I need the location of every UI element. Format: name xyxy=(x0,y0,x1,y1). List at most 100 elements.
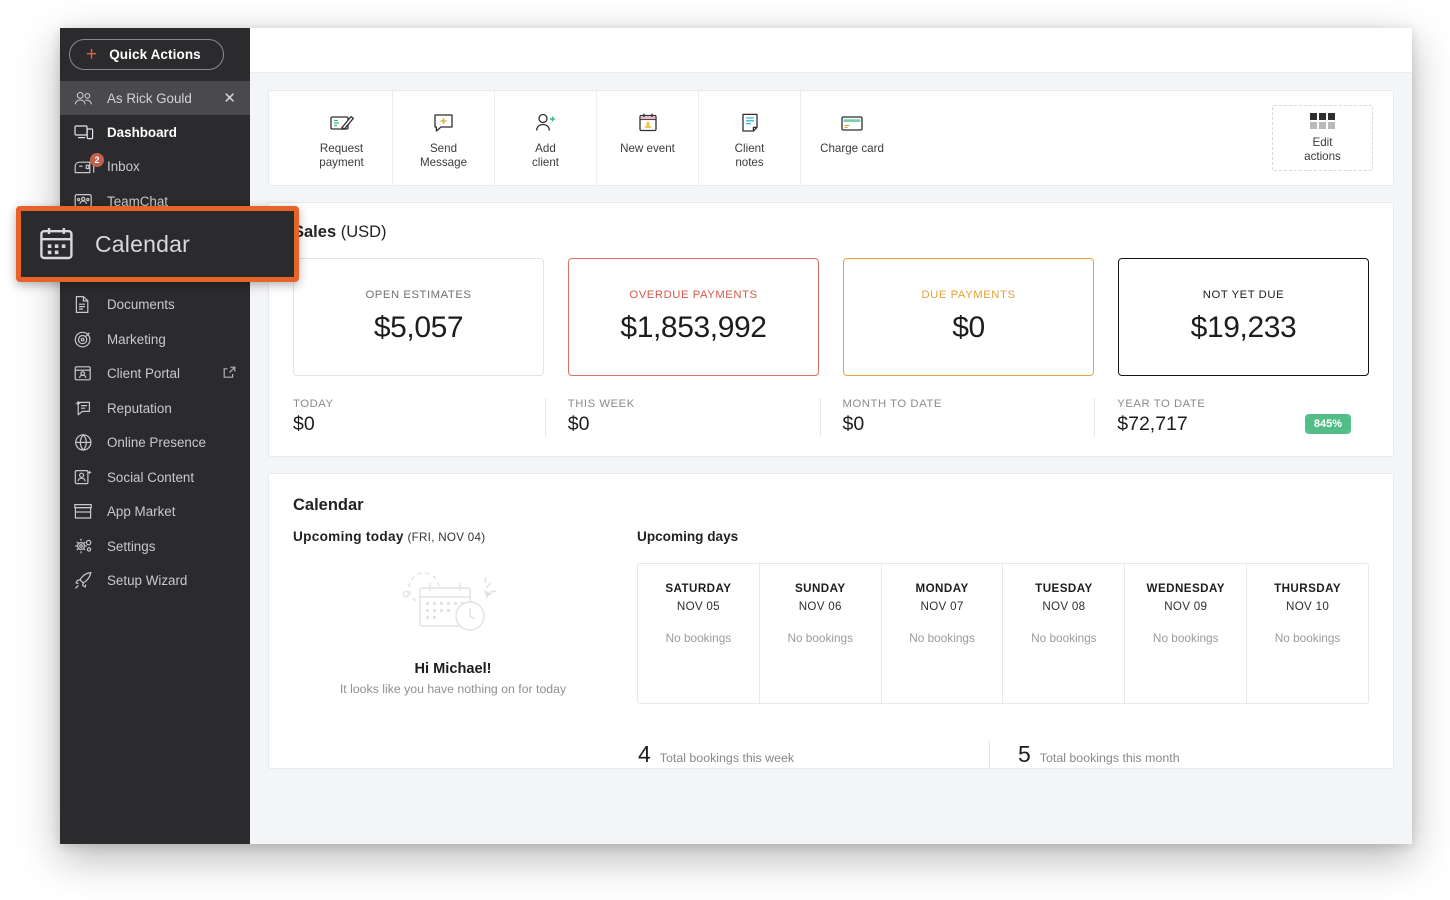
sales-card-open-estimates[interactable]: OPEN ESTIMATES $5,057 xyxy=(293,258,544,376)
day-name: SUNDAY xyxy=(794,582,846,595)
day-bookings: No bookings xyxy=(909,631,975,645)
card-value: $19,233 xyxy=(1190,311,1297,344)
day-name: WEDNESDAY xyxy=(1146,582,1225,595)
sales-title-text: Sales xyxy=(293,223,337,241)
action-send-message[interactable]: Send Message xyxy=(393,91,495,185)
grid-dots-icon xyxy=(1310,113,1335,129)
day-name: THURSDAY xyxy=(1274,582,1342,595)
sidebar-item-marketing[interactable]: Marketing xyxy=(60,322,250,357)
quick-actions-row: + Quick Actions xyxy=(60,28,250,81)
gear-icon xyxy=(74,535,102,557)
calendar-empty-state: Hi Michael! It looks like you have nothi… xyxy=(293,544,613,697)
sidebar-item-dashboard[interactable]: Dashboard xyxy=(60,115,250,150)
upcoming-today-label: Upcoming today xyxy=(293,529,404,544)
quick-action-list: Request payment Send Message Add client … xyxy=(269,91,1272,185)
online-presence-icon xyxy=(74,432,102,454)
sidebar-label-client-portal: Client Portal xyxy=(107,366,180,382)
total-number: 5 xyxy=(1018,741,1031,767)
sidebar-label-online-presence: Online Presence xyxy=(107,435,206,451)
card-value: $0 xyxy=(952,311,985,344)
sales-card-overdue-payments[interactable]: OVERDUE PAYMENTS $1,853,992 xyxy=(568,258,819,376)
sales-panel: Sales (USD) OPEN ESTIMATES $5,057 OVERDU… xyxy=(268,202,1394,457)
action-add-client[interactable]: Add client xyxy=(495,91,597,185)
day-name: TUESDAY xyxy=(1035,582,1093,595)
sidebar-item-documents[interactable]: Documents xyxy=(60,288,250,323)
edit-actions-label-2: actions xyxy=(1304,149,1341,163)
day-card[interactable]: SATURDAY NOV 05 No bookings xyxy=(638,564,760,703)
day-card[interactable]: SUNDAY NOV 06 No bookings xyxy=(760,564,882,703)
sidebar-item-app-market[interactable]: App Market xyxy=(60,495,250,530)
calendar-nav-callout[interactable]: Calendar xyxy=(16,206,299,282)
new-event-icon xyxy=(636,108,660,138)
action-label: Client xyxy=(734,142,765,155)
day-card[interactable]: WEDNESDAY NOV 09 No bookings xyxy=(1125,564,1248,703)
sidebar-label-dashboard: Dashboard xyxy=(107,124,177,140)
sidebar-item-user-impersonation[interactable]: As Rick Gould ✕ xyxy=(60,81,250,115)
client-portal-icon xyxy=(74,363,102,385)
calendar-body: Upcoming today (FRI, NOV 04) Hi Michael!… xyxy=(269,515,1393,704)
stat-label: THIS WEEK xyxy=(567,398,635,410)
action-charge-card[interactable]: Charge card xyxy=(801,91,903,185)
sidebar-label-marketing: Marketing xyxy=(107,331,166,347)
total-number: 4 xyxy=(638,741,651,767)
card-label: DUE PAYMENTS xyxy=(921,289,1016,301)
sidebar-label-reputation: Reputation xyxy=(107,400,172,416)
inbox-icon: 2 xyxy=(74,152,104,178)
day-bookings: No bookings xyxy=(1152,631,1219,645)
stat-label: TODAY xyxy=(293,398,334,410)
day-card[interactable]: THURSDAY NOV 10 No bookings xyxy=(1247,564,1368,703)
stat-value: $0 xyxy=(293,413,315,435)
sidebar-item-reputation[interactable]: Reputation xyxy=(60,391,250,426)
card-value: $1,853,992 xyxy=(620,311,767,344)
day-date: NOV 09 xyxy=(1164,600,1208,613)
edit-actions-button[interactable]: Edit actions xyxy=(1272,105,1373,171)
action-label-2: Message xyxy=(419,155,468,169)
sales-card-due-payments[interactable]: DUE PAYMENTS $0 xyxy=(843,258,1094,376)
day-bookings: No bookings xyxy=(787,631,854,645)
sales-cards: OPEN ESTIMATES $5,057 OVERDUE PAYMENTS $… xyxy=(269,242,1393,376)
dashboard-icon xyxy=(74,121,102,143)
calendar-today-column: Upcoming today (FRI, NOV 04) Hi Michael!… xyxy=(293,529,613,704)
action-label: Send xyxy=(429,142,458,155)
app-market-icon xyxy=(74,501,102,523)
total-bookings-month: 5 Total bookings this month xyxy=(989,741,1369,768)
send-message-icon xyxy=(431,108,457,138)
sidebar-item-inbox[interactable]: 2 Inbox xyxy=(60,150,250,185)
sales-stats-row: TODAY $0 THIS WEEK $0 MONTH TO DATE $0 Y… xyxy=(269,376,1393,456)
sidebar-item-settings[interactable]: Settings xyxy=(60,529,250,564)
day-bookings: No bookings xyxy=(1274,631,1341,645)
client-notes-icon xyxy=(738,108,762,138)
close-icon[interactable]: ✕ xyxy=(223,91,236,106)
card-value: $5,057 xyxy=(373,311,464,344)
calendar-panel-title: Calendar xyxy=(293,496,364,514)
day-date: NOV 07 xyxy=(920,600,964,613)
stat-label: YEAR TO DATE xyxy=(1117,398,1206,410)
card-label: OPEN ESTIMATES xyxy=(365,289,472,301)
action-request-payment[interactable]: Request payment xyxy=(291,91,393,185)
add-client-icon xyxy=(533,108,559,138)
action-new-event[interactable]: New event xyxy=(597,91,699,185)
stat-value: $0 xyxy=(842,413,865,435)
app-window: + Quick Actions As Rick Gould ✕ Dashboar… xyxy=(60,28,1412,844)
calendar-totals: 4 Total bookings this week 5 Total booki… xyxy=(293,741,1369,768)
sidebar-item-online-presence[interactable]: Online Presence xyxy=(60,426,250,461)
empty-state-greeting: Hi Michael! xyxy=(414,661,492,677)
quick-action-toolbar: Request payment Send Message Add client … xyxy=(269,91,1393,185)
sidebar-item-client-portal[interactable]: Client Portal xyxy=(60,357,250,392)
screenshot-root: + Quick Actions As Rick Gould ✕ Dashboar… xyxy=(0,0,1450,900)
total-bookings-week: 4 Total bookings this week xyxy=(638,741,989,768)
sidebar: + Quick Actions As Rick Gould ✕ Dashboar… xyxy=(60,28,250,844)
external-link-icon[interactable] xyxy=(223,366,236,382)
quick-actions-button[interactable]: + Quick Actions xyxy=(69,39,224,70)
day-card[interactable]: TUESDAY NOV 08 No bookings xyxy=(1003,564,1126,703)
documents-icon xyxy=(74,294,102,316)
status-badge: 845% xyxy=(1304,414,1351,434)
sales-card-not-yet-due[interactable]: NOT YET DUE $19,233 xyxy=(1118,258,1369,376)
sidebar-label-social-content: Social Content xyxy=(107,469,195,485)
sidebar-item-setup-wizard[interactable]: Setup Wizard xyxy=(60,564,250,599)
sidebar-item-social-content[interactable]: Social Content xyxy=(60,460,250,495)
day-card[interactable]: MONDAY NOV 07 No bookings xyxy=(882,564,1004,703)
action-label: New event xyxy=(620,142,675,155)
action-client-notes[interactable]: Client notes xyxy=(699,91,801,185)
stat-year-to-date-main: YEAR TO DATE $72,717 xyxy=(1117,398,1305,436)
